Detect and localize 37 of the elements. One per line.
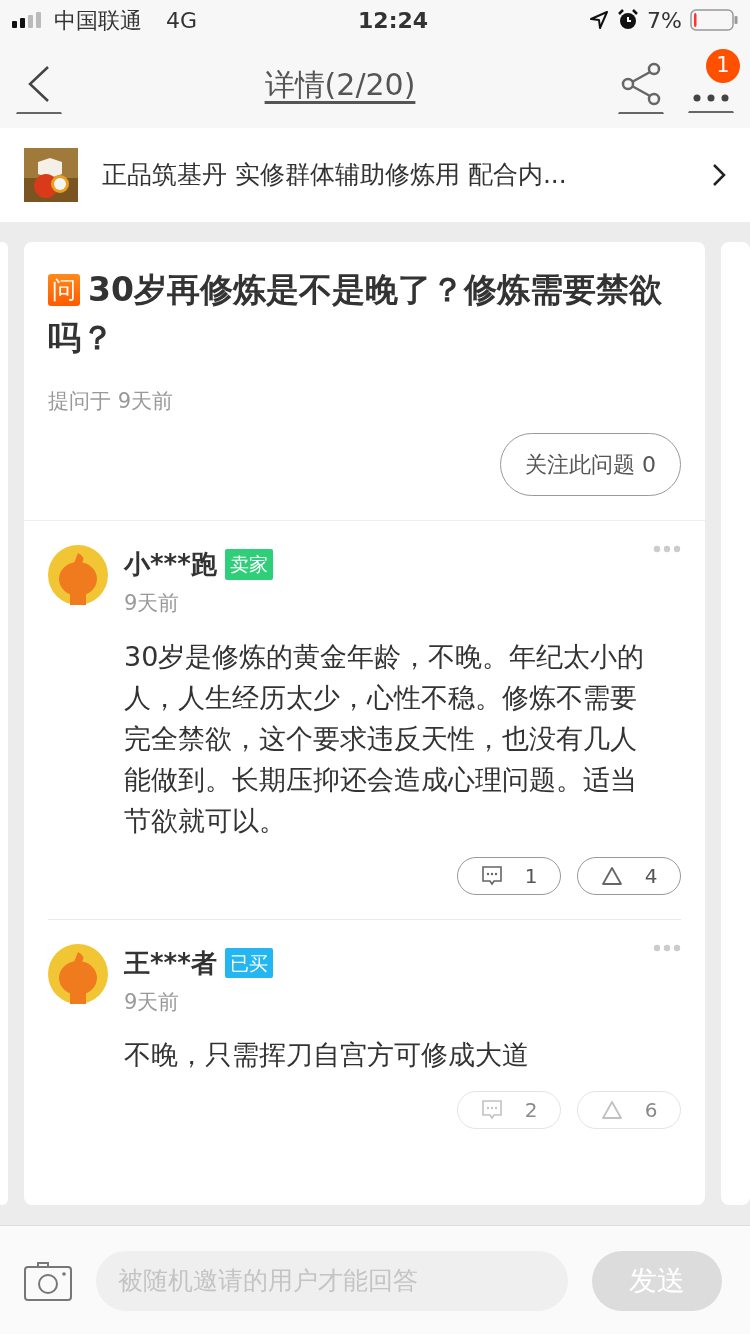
comment-icon: [480, 1099, 503, 1122]
more-icon: [693, 93, 729, 102]
carrier-name: 中国联通: [54, 6, 142, 35]
answer-text: 30岁是修炼的黄金年龄，不晚。年纪太小的人，人生经历太少，心性不稳。修炼不需要完全禁欲，这个要求违反天性，也没有几人能做到。长期压抑还会造成心理问题。适当节欲就可以。: [124, 639, 646, 838]
triangle-icon: [600, 1100, 623, 1121]
comment-icon: [480, 864, 503, 887]
alarm-icon: [617, 9, 640, 31]
answer-time: 9天前: [124, 988, 181, 1016]
page-title: 详情(2/20): [264, 66, 416, 102]
chevron-icon: [712, 163, 726, 187]
avatar: [48, 943, 108, 1004]
follow-button[interactable]: 关注此问题 0: [500, 433, 681, 497]
comment-button[interactable]: 1: [457, 856, 561, 895]
avatar: [48, 545, 108, 606]
camera-icon: [24, 1260, 72, 1301]
more-icon: [653, 545, 681, 554]
battery-icon: [690, 9, 738, 31]
product-title: 正品筑基丹 实修群体辅助修炼用 配合内...: [102, 159, 568, 192]
network-type: 4G: [166, 6, 198, 35]
battery-percent: 7%: [647, 6, 682, 35]
user-tag: 已买: [224, 947, 273, 979]
question-time: 提问于 9天前: [48, 387, 175, 415]
product-row[interactable]: 正品筑基丹 实修群体辅助修炼用 配合内...: [0, 128, 750, 222]
user-name: 王***者: [124, 946, 217, 980]
user-name: 小***跑: [124, 548, 217, 582]
back-icon: [27, 64, 51, 103]
notification-badge: 1: [706, 49, 740, 83]
like-button[interactable]: 4: [577, 856, 681, 895]
user-tag: 卖家: [224, 549, 273, 580]
more-icon: [653, 943, 681, 952]
answer-text: 不晚，只需挥刀自宫方可修成大道: [124, 1038, 530, 1073]
question-title: 问 30岁再修炼是不是晚了？修炼需要禁欲吗？: [48, 269, 663, 359]
status-time: 12:24: [358, 6, 429, 35]
share-icon: [620, 61, 662, 106]
location-icon: [589, 10, 610, 30]
triangle-icon: [600, 865, 623, 886]
answer-time: 9天前: [124, 590, 181, 618]
